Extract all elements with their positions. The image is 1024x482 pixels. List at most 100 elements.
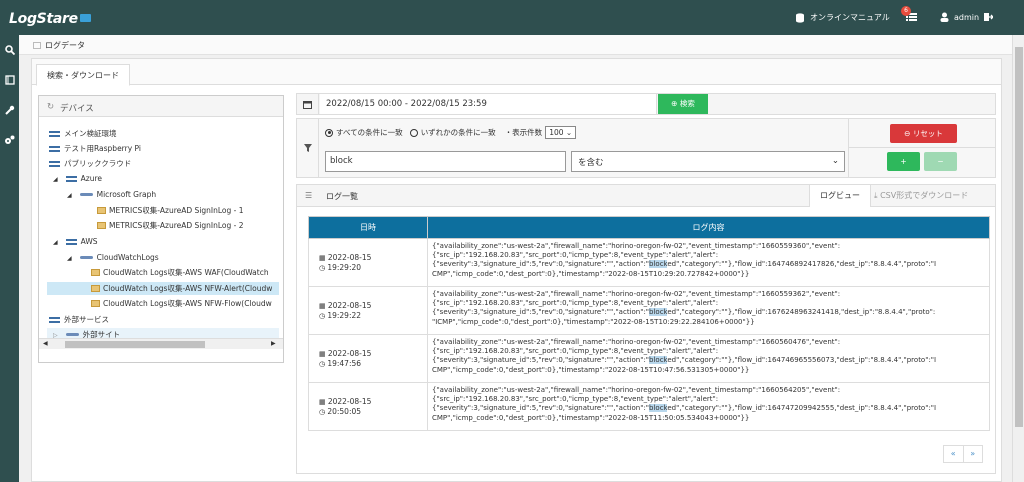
device-group-icon — [49, 317, 60, 323]
prev-page-button[interactable]: « — [944, 446, 964, 462]
keyword-highlight: block — [649, 260, 668, 269]
radio-all[interactable] — [325, 128, 333, 137]
device-group-icon — [65, 176, 77, 182]
tree-item-azure[interactable]: ◢ Azure — [53, 172, 102, 185]
row-datetime: ▦ 2022-08-15 ◷ 19:29:20 — [308, 238, 428, 287]
tree-item-nfw-flow[interactable]: CloudWatch Logs収集-AWS NFW-Flow(Cloudw — [91, 297, 279, 310]
wrench-icon — [4, 105, 14, 115]
logo-mark-icon — [79, 14, 91, 22]
tree-item-metrics-2[interactable]: METRICS収集-AzureAD SignInLog - 2 — [97, 219, 244, 232]
table-row[interactable]: ▦ 2022-08-15 ◷ 19:29:22 {"availability_z… — [308, 286, 990, 335]
remove-condition-button[interactable]: − — [924, 152, 957, 171]
row-content: {"availability_zone":"us-west-2a","firew… — [427, 286, 990, 335]
device-group-icon — [49, 161, 60, 167]
log-table: 日時 ログ内容 ▦ 2022-08-15 ◷ 19:29:20 {"availa… — [308, 216, 990, 431]
online-manual-link[interactable]: オンラインマニュアル — [795, 12, 890, 23]
page-scrollbar[interactable] — [1012, 35, 1024, 482]
expanded-arrow-icon[interactable]: ◢ — [67, 192, 72, 199]
folder-icon — [91, 300, 100, 307]
keyword-highlight: block — [649, 308, 668, 317]
keyword-highlight: block — [649, 356, 668, 365]
tree-item-nfw-alert-selected[interactable]: CloudWatch Logs収集-AWS NFW-Alert(Cloudw — [47, 282, 279, 295]
next-page-button[interactable]: » — [964, 446, 983, 462]
minus-circle-icon: ⊖ — [904, 129, 913, 138]
gears-icon — [5, 135, 15, 144]
list-icon: ☰ — [305, 191, 313, 200]
radio-any[interactable] — [409, 128, 418, 137]
col-content: ログ内容 — [427, 216, 990, 239]
reset-button[interactable]: ⊖ リセット — [890, 124, 957, 143]
device-tree-hscroll[interactable]: ◀ ▶ — [39, 338, 283, 349]
expanded-arrow-icon[interactable]: ◢ — [53, 176, 58, 183]
calendar-icon[interactable] — [297, 94, 319, 114]
main-panel: 検索・ダウンロード ↻ デバイス メイン検証環境 テスト用Raspberry Pi… — [31, 58, 1002, 482]
expanded-arrow-icon[interactable]: ◢ — [67, 255, 72, 262]
tab-csv-download[interactable]: ⤓ CSV形式でダウンロード — [874, 185, 968, 207]
device-panel: ↻ デバイス メイン検証環境 テスト用Raspberry Pi パブリッククラウド… — [38, 95, 284, 363]
notification-badge: 6 — [901, 6, 911, 16]
folder-icon — [97, 207, 106, 214]
refresh-icon[interactable]: ↻ — [47, 102, 54, 112]
tree-item-aws[interactable]: ◢ AWS — [53, 235, 98, 248]
tree-item-ms-graph[interactable]: ◢ Microsoft Graph — [67, 188, 156, 201]
device-group-icon — [49, 131, 60, 137]
row-content: {"availability_zone":"us-west-2a","firew… — [427, 238, 990, 287]
divider — [848, 119, 849, 177]
row-datetime: ▦ 2022-08-15 ◷ 19:47:56 — [308, 334, 428, 383]
tree-item-raspberry[interactable]: テスト用Raspberry Pi — [49, 142, 141, 155]
calendar-icon: ▦ — [319, 350, 328, 358]
folder-icon — [91, 269, 100, 276]
scroll-right-icon[interactable]: ▶ — [271, 340, 276, 347]
date-range-input[interactable]: 2022/08/15 00:00 - 2022/08/15 23:59 — [320, 94, 657, 114]
table-row[interactable]: ▦ 2022-08-15 ◷ 19:47:56 {"availability_z… — [308, 334, 990, 383]
tree-item-waf[interactable]: CloudWatch Logs収集-AWS WAF(CloudWatch — [91, 266, 279, 279]
side-book[interactable] — [0, 65, 19, 95]
side-search[interactable] — [0, 35, 19, 65]
search-plus-icon: ⊕ — [671, 99, 680, 108]
tab-search-download[interactable]: 検索・ダウンロード — [36, 64, 130, 86]
device-group-icon — [65, 239, 77, 245]
top-bar: LogStare オンラインマニュアル 6 admin — [0, 0, 1024, 35]
operator-select[interactable]: を含む ⌄ — [571, 151, 845, 172]
log-list-header: ☰ ログ一覧 ログビュー ⤓ CSV形式でダウンロード — [297, 185, 995, 207]
logo[interactable]: LogStare — [9, 11, 91, 27]
service-icon — [79, 256, 93, 259]
tree-item-public-cloud[interactable]: パブリッククラウド — [49, 157, 131, 170]
table-row[interactable]: ▦ 2022-08-15 ◷ 20:50:05 {"availability_z… — [308, 382, 990, 431]
pagination: « » — [943, 445, 983, 463]
scroll-left-icon[interactable]: ◀ — [43, 340, 48, 347]
row-content: {"availability_zone":"us-west-2a","firew… — [427, 334, 990, 383]
row-datetime: ▦ 2022-08-15 ◷ 20:50:05 — [308, 382, 428, 431]
search-icon — [4, 45, 15, 55]
filter-icon — [297, 119, 319, 177]
tree-item-external-services[interactable]: 外部サービス — [49, 313, 109, 326]
calendar-icon: ▦ — [319, 302, 328, 310]
service-icon — [79, 193, 93, 196]
database-icon — [796, 12, 804, 23]
hscroll-thumb[interactable] — [65, 341, 205, 348]
add-condition-button[interactable]: + — [887, 152, 920, 171]
keyword-input[interactable]: block — [325, 151, 566, 172]
date-range-row: 2022/08/15 00:00 - 2022/08/15 23:59 ⊕ 検索 — [296, 93, 996, 115]
row-datetime: ▦ 2022-08-15 ◷ 19:29:22 — [308, 286, 428, 335]
chevron-down-icon: ⌄ — [831, 156, 839, 166]
tree-item-main-env[interactable]: メイン検証環境 — [49, 127, 117, 140]
user-icon — [940, 12, 949, 22]
user-menu[interactable]: admin — [940, 12, 994, 22]
side-tools[interactable] — [0, 95, 19, 125]
side-settings[interactable] — [0, 125, 19, 155]
page-scroll-thumb[interactable] — [1015, 47, 1023, 427]
keyword-highlight: block — [649, 404, 668, 413]
page-icon — [33, 42, 41, 49]
filter-panel: すべての条件に一致 いずれかの条件に一致 ・表示件数 100 ⌄ block を… — [296, 118, 996, 178]
tree-item-metrics-1[interactable]: METRICS収集-AzureAD SignInLog - 1 — [97, 204, 244, 217]
device-panel-header: ↻ デバイス — [39, 96, 283, 117]
expanded-arrow-icon[interactable]: ◢ — [53, 239, 58, 246]
tab-bar: 検索・ダウンロード — [32, 59, 1001, 86]
count-select[interactable]: 100 ⌄ — [545, 126, 577, 139]
tree-item-cloudwatchlogs[interactable]: ◢ CloudWatchLogs — [67, 251, 159, 264]
logout-icon — [984, 13, 994, 21]
tab-log-view[interactable]: ログビュー — [809, 185, 871, 207]
table-row[interactable]: ▦ 2022-08-15 ◷ 19:29:20 {"availability_z… — [308, 238, 990, 287]
search-button[interactable]: ⊕ 検索 — [658, 94, 708, 114]
